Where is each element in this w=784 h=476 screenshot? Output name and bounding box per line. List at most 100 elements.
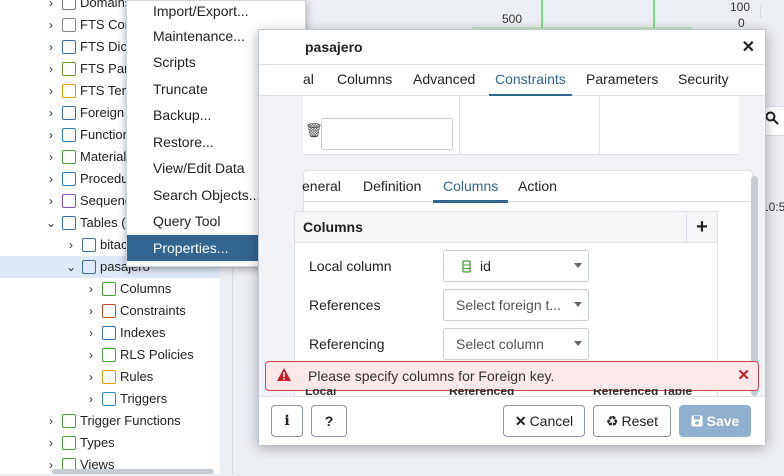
chevron-right-icon[interactable]: › — [46, 80, 56, 102]
tab-constraints[interactable]: Constraints — [489, 71, 572, 97]
rls-policies-icon — [102, 348, 116, 362]
tab-security[interactable]: Security — [678, 71, 729, 87]
references-placeholder: Select foreign t... — [456, 297, 562, 313]
chevron-right-icon[interactable]: › — [46, 58, 56, 80]
close-icon[interactable]: ✕ — [737, 366, 750, 384]
chevron-right-icon[interactable]: › — [46, 0, 56, 14]
tree-item-label: Domains — [80, 0, 132, 10]
dialog-footer: i ? ✕ Cancel ♻ Reset Save — [259, 396, 765, 445]
save-button[interactable]: Save — [679, 405, 751, 437]
chevron-down-icon[interactable]: ⌄ — [66, 256, 76, 278]
tree-item-label: Triggers — [120, 391, 168, 406]
floppy-disk-icon — [691, 415, 703, 427]
indexes-icon — [102, 326, 116, 340]
tree-item[interactable]: › Triggers — [0, 388, 220, 410]
referencing-label: Referencing — [309, 336, 385, 352]
chart-axis-label-0: 0 — [738, 16, 745, 30]
local-column-select[interactable]: id — [443, 250, 589, 282]
local-column-value: id — [480, 258, 491, 274]
chevron-down-icon[interactable]: ⌄ — [46, 212, 56, 234]
tree-item-label: Indexes — [120, 325, 166, 340]
chevron-right-icon[interactable]: › — [46, 124, 56, 146]
chevron-right-icon[interactable]: › — [46, 146, 56, 168]
chevron-right-icon[interactable]: › — [86, 366, 96, 388]
menu-item[interactable]: Import/Export... — [127, 0, 305, 24]
chart-area-right — [760, 4, 784, 18]
chevron-right-icon[interactable]: › — [86, 388, 96, 410]
tree-item[interactable]: › Rules — [0, 366, 220, 388]
local-column-label: Local column — [309, 258, 392, 274]
cancel-label: Cancel — [529, 413, 574, 429]
tree-item[interactable]: › Indexes — [0, 322, 220, 344]
tab-general[interactable]: al — [303, 71, 314, 87]
chevron-right-icon[interactable]: › — [46, 36, 56, 58]
chevron-right-icon[interactable]: › — [66, 234, 76, 256]
chevron-right-icon[interactable]: › — [46, 168, 56, 190]
info-button[interactable]: i — [271, 405, 303, 437]
chevron-right-icon[interactable]: › — [46, 432, 56, 454]
constraints-icon — [102, 304, 116, 318]
chevron-right-icon[interactable]: › — [86, 300, 96, 322]
add-column-button[interactable]: + — [686, 212, 717, 242]
trigger-functions-icon — [62, 414, 76, 428]
search-icon — [765, 111, 779, 125]
menu-item-label: Import/Export... — [153, 3, 249, 19]
columns-icon — [102, 282, 116, 296]
reset-button[interactable]: ♻ Reset — [593, 405, 671, 437]
menu-item-label: Search Objects... — [153, 187, 261, 203]
warning-icon — [277, 368, 291, 381]
tree-item[interactable]: › Trigger Functions — [0, 410, 220, 432]
close-icon[interactable]: ✕ — [742, 37, 755, 57]
reset-label: Reset — [621, 413, 659, 429]
sequence-icon — [62, 194, 76, 208]
tree-item-label: Tables ( — [80, 215, 126, 230]
subtab-general[interactable]: eneral — [302, 178, 341, 194]
chevron-right-icon[interactable]: › — [46, 190, 56, 212]
procedure-icon — [62, 172, 76, 186]
subtab-columns[interactable]: Columns — [432, 178, 509, 203]
subtab-action[interactable]: Action — [518, 178, 557, 194]
referencing-placeholder: Select column — [456, 336, 544, 352]
fts-template-icon — [62, 84, 76, 98]
chevron-down-icon — [574, 302, 582, 307]
fk-name-input[interactable] — [321, 118, 453, 150]
foreign-key-grid-row: 🗑 — [303, 96, 739, 155]
chevron-right-icon[interactable]: › — [46, 102, 56, 124]
chart-axis-label-100: 100 — [730, 0, 751, 14]
cancel-button[interactable]: ✕ Cancel — [503, 405, 585, 437]
tree-horizontal-scrollbar[interactable] — [52, 469, 214, 474]
table-icon — [82, 260, 96, 274]
chevron-right-icon[interactable]: › — [86, 344, 96, 366]
chevron-right-icon[interactable]: › — [86, 278, 96, 300]
tree-item[interactable]: › RLS Policies — [0, 344, 220, 366]
tree-item-label: Columns — [120, 281, 172, 296]
types-icon — [62, 436, 76, 450]
referencing-select[interactable]: Select column — [443, 328, 589, 360]
tree-item-label: RLS Policies — [120, 347, 194, 362]
dialog-title: pasajero — [305, 39, 363, 55]
materialized-view-icon — [62, 150, 76, 164]
tree-item[interactable]: › Columns — [0, 278, 220, 300]
menu-item-label: Scripts — [153, 54, 196, 70]
tab-parameters[interactable]: Parameters — [586, 71, 658, 87]
tree-item[interactable]: › Types — [0, 432, 220, 454]
tree-item[interactable]: › Constraints — [0, 300, 220, 322]
recycle-icon: ♻ — [605, 413, 619, 429]
tables-icon — [62, 216, 76, 230]
dialog-titlebar[interactable]: pasajero ✕ — [259, 30, 765, 65]
tab-columns[interactable]: Columns — [337, 71, 392, 87]
menu-item-label: Truncate — [153, 81, 208, 97]
chevron-right-icon[interactable]: › — [86, 322, 96, 344]
chevron-right-icon[interactable]: › — [46, 14, 56, 36]
help-button[interactable]: ? — [311, 405, 347, 437]
tree-item-label: Types — [80, 435, 115, 450]
rules-icon — [102, 370, 116, 384]
domain-icon — [62, 0, 76, 10]
references-select[interactable]: Select foreign t... — [443, 289, 589, 321]
tab-advanced[interactable]: Advanced — [413, 71, 475, 87]
chart-axis-label-500: 500 — [502, 12, 523, 26]
subtab-definition[interactable]: Definition — [363, 178, 421, 194]
chevron-down-icon — [574, 263, 582, 268]
grid-divider — [599, 96, 600, 154]
chevron-right-icon[interactable]: › — [46, 410, 56, 432]
